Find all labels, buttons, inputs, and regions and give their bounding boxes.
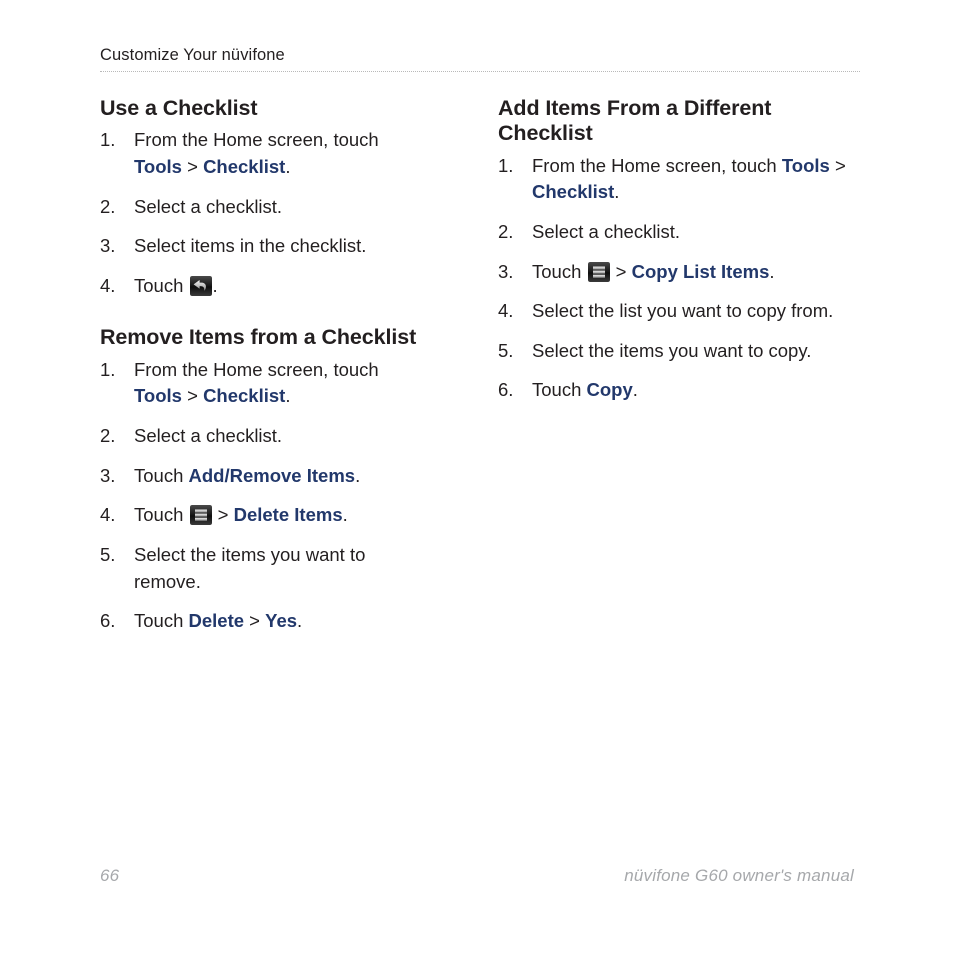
ui-reference: Copy xyxy=(586,379,633,401)
section-heading: Add Items From a Different Checklist xyxy=(498,96,772,146)
step-text: Select a checklist. xyxy=(134,195,283,217)
step-number: 2. xyxy=(100,195,116,217)
step-text: > xyxy=(610,260,632,282)
manual-page: Customize Your nüvifone Use a Checklist 1… xyxy=(0,0,954,954)
step-list: 1. From the Home screen, touch Tools > Ch… xyxy=(100,127,430,299)
step-text: . xyxy=(297,610,303,632)
step-text: From the Home screen, touch xyxy=(134,358,379,380)
step-text: Select the list you want to copy from. xyxy=(532,300,834,322)
page-number: 66 xyxy=(100,866,120,885)
step-text: Touch xyxy=(532,260,587,282)
ui-reference: Tools xyxy=(134,385,182,407)
step-item: 5. Select the items you want to copy. xyxy=(498,338,854,365)
step-text: Touch xyxy=(532,379,587,401)
step-text: > xyxy=(829,154,846,176)
ui-reference: Checklist xyxy=(203,155,286,177)
step-text: Select items in the checklist. xyxy=(134,235,367,257)
step-text: . xyxy=(614,181,620,203)
step-text: . xyxy=(285,385,291,407)
step-item: 3. Select items in the checklist. xyxy=(100,233,430,260)
step-item: 6. Touch Copy. xyxy=(498,377,854,404)
step-number: 1. xyxy=(100,129,116,151)
ui-reference: Copy List Items xyxy=(631,260,770,282)
back-arrow-icon[interactable] xyxy=(189,275,212,296)
step-text: . xyxy=(212,274,218,296)
ui-reference: Tools xyxy=(781,154,830,176)
ui-reference: Tools xyxy=(134,155,182,177)
step-text: . xyxy=(285,155,291,177)
step-number: 2. xyxy=(100,425,116,447)
step-number: 2. xyxy=(498,220,514,242)
step-item: 3. Touch > Copy List Items. xyxy=(498,259,854,286)
step-text: Select a checklist. xyxy=(134,425,283,447)
step-item: 2. Select a checklist. xyxy=(498,219,854,246)
step-number: 3. xyxy=(100,464,116,486)
ui-reference: Checklist xyxy=(532,181,615,203)
step-text: > xyxy=(212,504,234,526)
step-number: 5. xyxy=(100,543,116,565)
step-item: 4. Touch . xyxy=(100,273,430,300)
step-text: Touch xyxy=(134,274,189,296)
step-item: 2. Select a checklist. xyxy=(100,194,430,221)
step-text: . xyxy=(769,260,775,282)
step-text: > xyxy=(181,155,204,177)
step-text: Touch xyxy=(134,504,189,526)
step-item: 3. Touch Add/Remove Items. xyxy=(100,463,430,490)
step-text: Select the items you want to copy. xyxy=(532,339,812,361)
step-text: Touch xyxy=(134,610,189,632)
step-text: > xyxy=(244,610,266,632)
step-number: 6. xyxy=(100,610,116,632)
step-item: 4. Touch > Delete Items. xyxy=(100,502,430,529)
step-item: 1. From the Home screen, touch Tools > Ch… xyxy=(498,153,854,206)
menu-icon[interactable] xyxy=(587,261,610,282)
manual-title: nüvifone G60 owner's manual xyxy=(624,866,854,885)
step-number: 5. xyxy=(498,339,514,361)
header-divider-rule xyxy=(100,71,860,73)
step-number: 4. xyxy=(498,300,514,322)
step-text: . xyxy=(632,379,638,401)
left-column: Use a Checklist 1. From the Home screen, t… xyxy=(100,96,430,635)
step-text: Select the items you want to remove. xyxy=(134,543,366,592)
step-number: 4. xyxy=(100,504,116,526)
step-number: 4. xyxy=(100,274,116,296)
step-text: From the Home screen, touch xyxy=(134,129,379,151)
step-item: 2. Select a checklist. xyxy=(100,423,430,450)
step-item: 4. Select the list you want to copy from. xyxy=(498,298,854,325)
step-number: 1. xyxy=(498,154,514,176)
step-number: 6. xyxy=(498,379,514,401)
step-number: 1. xyxy=(100,358,116,380)
running-header: Customize Your nüvifone xyxy=(100,46,860,66)
step-text: . xyxy=(342,504,348,526)
body-columns: Use a Checklist 1. From the Home screen, t… xyxy=(0,96,954,635)
section-heading: Remove Items from a Checklist xyxy=(100,325,417,350)
ui-reference: Add/Remove Items xyxy=(188,464,356,486)
step-number: 3. xyxy=(100,235,116,257)
step-item: 1. From the Home screen, touch Tools > Ch… xyxy=(100,357,430,410)
step-number: 3. xyxy=(498,260,514,282)
page-footer: 66 nüvifone G60 owner's manual xyxy=(100,866,854,886)
right-column: Add Items From a Different Checklist 1. Fr… xyxy=(498,96,854,404)
step-text: From the Home screen, touch xyxy=(532,154,782,176)
step-list: 1. From the Home screen, touch Tools > Ch… xyxy=(100,357,430,635)
ui-reference: Delete Items xyxy=(233,504,343,526)
menu-icon[interactable] xyxy=(189,505,212,526)
step-text: Select a checklist. xyxy=(532,220,681,242)
step-text: Touch xyxy=(134,464,189,486)
ui-reference: Checklist xyxy=(203,385,286,407)
step-item: 6. Touch Delete > Yes. xyxy=(100,608,430,635)
step-text: > xyxy=(181,385,204,407)
ui-reference: Delete xyxy=(188,610,245,632)
ui-reference: Yes xyxy=(265,610,298,632)
running-header-text: Customize Your nüvifone xyxy=(100,46,285,64)
section-heading: Use a Checklist xyxy=(100,96,258,120)
step-item: 5. Select the items you want to remove. xyxy=(100,542,430,595)
step-item: 1. From the Home screen, touch Tools > Ch… xyxy=(100,127,430,180)
step-text: . xyxy=(355,464,361,486)
step-list: 1. From the Home screen, touch Tools > Ch… xyxy=(498,153,854,404)
